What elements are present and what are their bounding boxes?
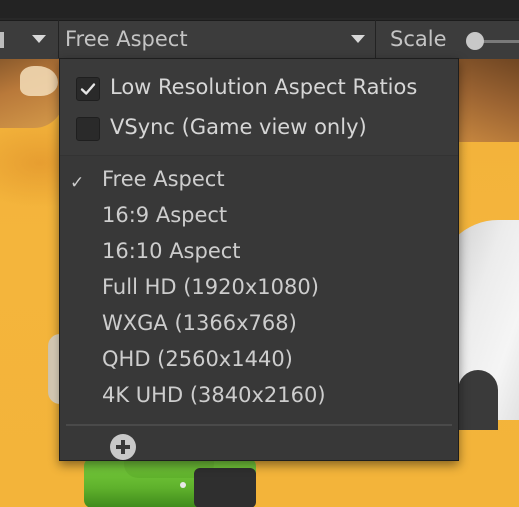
preset-label: 16:9 Aspect xyxy=(102,203,228,227)
preset-item-full-hd[interactable]: Full HD (1920x1080) xyxy=(60,271,458,307)
tank-tread xyxy=(194,468,256,507)
preset-label: QHD (2560x1440) xyxy=(102,347,293,371)
toggle-section: Low Resolution Aspect Ratios VSync (Game… xyxy=(60,59,458,155)
preset-label: Full HD (1920x1080) xyxy=(102,275,319,299)
preset-item-wxga[interactable]: WXGA (1366x768) xyxy=(60,307,458,343)
toggle-label: Low Resolution Aspect Ratios xyxy=(110,75,418,99)
preset-label: 4K UHD (3840x2160) xyxy=(102,383,326,407)
divider xyxy=(60,155,458,156)
aspect-dropdown-label: Free Aspect xyxy=(65,27,188,51)
game-view-toolbar: Free Aspect Scale xyxy=(0,0,519,59)
rock-highlight xyxy=(20,66,58,96)
toggle-label: VSync (Game view only) xyxy=(110,115,367,139)
check-icon xyxy=(80,83,96,95)
preset-item-16-10[interactable]: 16:10 Aspect xyxy=(60,235,458,271)
preset-label: WXGA (1366x768) xyxy=(102,311,297,335)
low-resolution-toggle[interactable]: Low Resolution Aspect Ratios xyxy=(76,73,446,107)
chevron-down-icon xyxy=(351,35,365,43)
aspect-dropdown[interactable]: Free Aspect xyxy=(58,20,376,58)
preset-item-free-aspect[interactable]: ✓ Free Aspect xyxy=(60,163,458,199)
display-dropdown[interactable] xyxy=(0,20,59,58)
checkbox-unchecked[interactable] xyxy=(76,117,100,141)
vsync-toggle[interactable]: VSync (Game view only) xyxy=(76,113,446,147)
plus-circle-icon[interactable] xyxy=(110,434,136,460)
aspect-popup-menu: Low Resolution Aspect Ratios VSync (Game… xyxy=(59,58,459,461)
preset-label: Free Aspect xyxy=(102,167,225,191)
rock-right xyxy=(459,58,519,142)
chevron-down-icon xyxy=(32,35,46,43)
checkbox-checked[interactable] xyxy=(76,77,100,101)
preset-label: 16:10 Aspect xyxy=(102,239,241,263)
toolbar-top-strip xyxy=(0,0,519,18)
divider xyxy=(66,424,452,426)
checkmark-icon: ✓ xyxy=(70,173,85,193)
scale-label: Scale xyxy=(390,27,447,51)
preset-item-4k-uhd[interactable]: 4K UHD (3840x2160) xyxy=(60,379,458,415)
tank-rivet xyxy=(180,482,186,488)
preset-item-16-9[interactable]: 16:9 Aspect xyxy=(60,199,458,235)
scale-slider-thumb[interactable] xyxy=(466,32,484,50)
display-label-fragment xyxy=(0,32,4,48)
preset-item-qhd[interactable]: QHD (2560x1440) xyxy=(60,343,458,379)
game-view: Free Aspect Scale Low Resolution Aspect … xyxy=(0,0,519,507)
bunker-door xyxy=(458,370,498,430)
